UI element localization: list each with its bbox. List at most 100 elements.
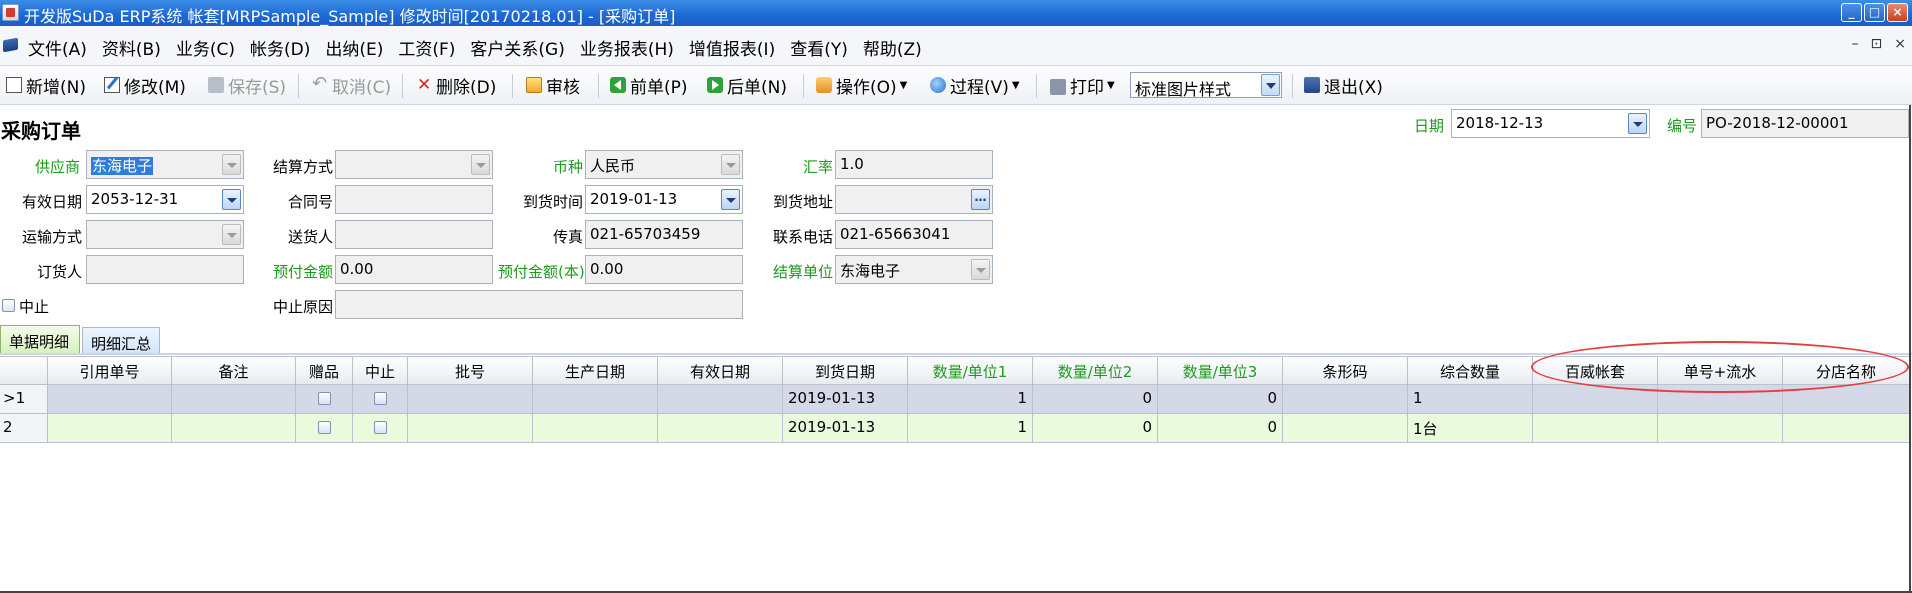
table-cell[interactable]: 1 [1408, 385, 1533, 414]
table-cell[interactable]: 2019-01-13 [783, 385, 908, 414]
operation-button[interactable]: 操作(O) ▼ [816, 74, 907, 98]
table-cell[interactable] [172, 414, 296, 443]
table-cell[interactable]: 2019-01-13 [783, 414, 908, 443]
menu-view[interactable]: 查看(Y) [790, 35, 848, 60]
new-button[interactable]: 新增(N) [6, 74, 86, 98]
print-style-select[interactable]: 标准图片样式 [1130, 72, 1282, 99]
stop-row-checkbox[interactable] [373, 392, 387, 405]
print-button[interactable]: 打印 ▼ [1050, 74, 1115, 98]
column-header[interactable]: 有效日期 [658, 356, 783, 385]
chevron-down-icon[interactable] [721, 154, 740, 175]
gift-checkbox[interactable] [317, 392, 331, 405]
prev-button[interactable]: 前单(P) [610, 74, 688, 98]
fax-field[interactable]: 021-65703459 [585, 220, 743, 249]
arrival-time-field[interactable]: 2019-01-13 [585, 185, 743, 214]
mdi-minimize-button[interactable]: – [1852, 36, 1859, 52]
menu-help[interactable]: 帮助(Z) [863, 35, 922, 60]
exit-button[interactable]: 退出(X) [1304, 74, 1383, 98]
next-button[interactable]: 后单(N) [707, 74, 787, 98]
tab-document-details[interactable]: 单据明细 [0, 325, 80, 354]
maximize-button[interactable]: □ [1864, 3, 1885, 22]
settle-unit-field[interactable]: 东海电子 [835, 255, 993, 284]
calendar-dropdown-icon[interactable] [222, 189, 241, 210]
chevron-down-icon[interactable] [471, 154, 490, 175]
calendar-dropdown-icon[interactable] [1628, 113, 1647, 134]
menu-business-reports[interactable]: 业务报表(H) [580, 35, 674, 60]
calendar-dropdown-icon[interactable] [721, 189, 740, 210]
column-header[interactable]: 综合数量 [1408, 356, 1533, 385]
table-cell[interactable]: 0 [1033, 414, 1158, 443]
column-header[interactable]: 中止 [353, 356, 408, 385]
stop-row-checkbox[interactable] [373, 421, 387, 434]
table-row[interactable]: 2 2019-01-13 1 0 0 1台 [0, 414, 1910, 443]
stop-reason-field[interactable] [335, 290, 743, 319]
table-cell[interactable]: 1台 [1408, 414, 1533, 443]
table-cell[interactable] [408, 385, 533, 414]
close-button[interactable]: × [1887, 3, 1908, 22]
menu-cashier[interactable]: 出纳(E) [325, 35, 383, 60]
table-row[interactable]: >1 2019-01-13 1 0 0 1 [0, 385, 1910, 414]
menu-business[interactable]: 业务(C) [176, 35, 235, 60]
chevron-down-icon[interactable] [1261, 74, 1280, 96]
mdi-restore-button[interactable]: ⊡ [1871, 36, 1883, 52]
table-cell[interactable] [1533, 385, 1658, 414]
table-cell[interactable] [658, 385, 783, 414]
column-header[interactable]: 到货日期 [783, 356, 908, 385]
table-cell[interactable]: 0 [1033, 385, 1158, 414]
column-header[interactable]: 数量/单位1 [908, 356, 1033, 385]
arrival-address-field[interactable]: … [835, 185, 993, 214]
valid-date-field[interactable]: 2053-12-31 [86, 185, 244, 214]
date-field[interactable]: 2018-12-13 [1451, 109, 1650, 138]
table-cell[interactable] [533, 385, 658, 414]
edit-button[interactable]: 修改(M) [104, 74, 186, 98]
column-header[interactable]: 条形码 [1283, 356, 1408, 385]
prepay-base-field[interactable]: 0.00 [585, 255, 743, 284]
table-cell[interactable] [658, 414, 783, 443]
column-header[interactable]: 单号+流水 [1658, 356, 1783, 385]
table-cell[interactable] [1783, 414, 1910, 443]
menu-payroll[interactable]: 工资(F) [398, 35, 455, 60]
minimize-button[interactable]: _ [1841, 3, 1862, 22]
currency-field[interactable]: 人民币 [585, 150, 743, 179]
settle-method-field[interactable] [335, 150, 493, 179]
orderer-field[interactable] [86, 255, 244, 284]
ellipsis-icon[interactable]: … [971, 189, 990, 210]
table-cell[interactable] [1658, 414, 1783, 443]
table-cell[interactable] [533, 414, 658, 443]
table-cell[interactable] [1533, 414, 1658, 443]
mdi-close-button[interactable]: × [1894, 36, 1906, 52]
document-icon[interactable] [2, 35, 20, 53]
number-field[interactable]: PO-2018-12-00001 [1701, 109, 1909, 138]
table-cell[interactable] [1783, 385, 1910, 414]
menu-accounts[interactable]: 帐务(D) [250, 35, 310, 60]
contract-field[interactable] [335, 185, 493, 214]
phone-field[interactable]: 021-65663041 [835, 220, 993, 249]
audit-button[interactable]: 审核 [526, 74, 580, 98]
stop-checkbox[interactable] [2, 299, 15, 312]
menu-crm[interactable]: 客户关系(G) [470, 35, 564, 60]
prepay-field[interactable]: 0.00 [335, 255, 493, 284]
save-button[interactable]: 保存(S) [208, 74, 286, 98]
menu-data[interactable]: 资料(B) [102, 35, 161, 60]
table-cell[interactable] [1283, 385, 1408, 414]
rate-field[interactable]: 1.0 [835, 150, 993, 179]
table-cell[interactable] [1283, 414, 1408, 443]
row-marker[interactable]: >1 [0, 385, 48, 414]
cancel-button[interactable]: 取消(C) [312, 73, 391, 98]
app-icon[interactable] [2, 4, 19, 21]
table-cell[interactable]: 0 [1158, 385, 1283, 414]
chevron-down-icon[interactable] [222, 224, 241, 245]
chevron-down-icon[interactable] [222, 154, 241, 175]
column-header[interactable]: 批号 [408, 356, 533, 385]
menu-file[interactable]: 文件(A) [28, 35, 87, 60]
column-header[interactable]: 百威帐套 [1533, 356, 1658, 385]
table-cell[interactable]: 1 [908, 385, 1033, 414]
menu-value-reports[interactable]: 增值报表(I) [689, 35, 775, 60]
delete-button[interactable]: 删除(D) [416, 74, 496, 98]
table-cell[interactable] [1658, 385, 1783, 414]
column-header[interactable]: 赠品 [296, 356, 353, 385]
column-header[interactable]: 数量/单位3 [1158, 356, 1283, 385]
column-header[interactable]: 引用单号 [48, 356, 172, 385]
transport-field[interactable] [86, 220, 244, 249]
tab-detail-summary[interactable]: 明细汇总 [82, 327, 160, 354]
